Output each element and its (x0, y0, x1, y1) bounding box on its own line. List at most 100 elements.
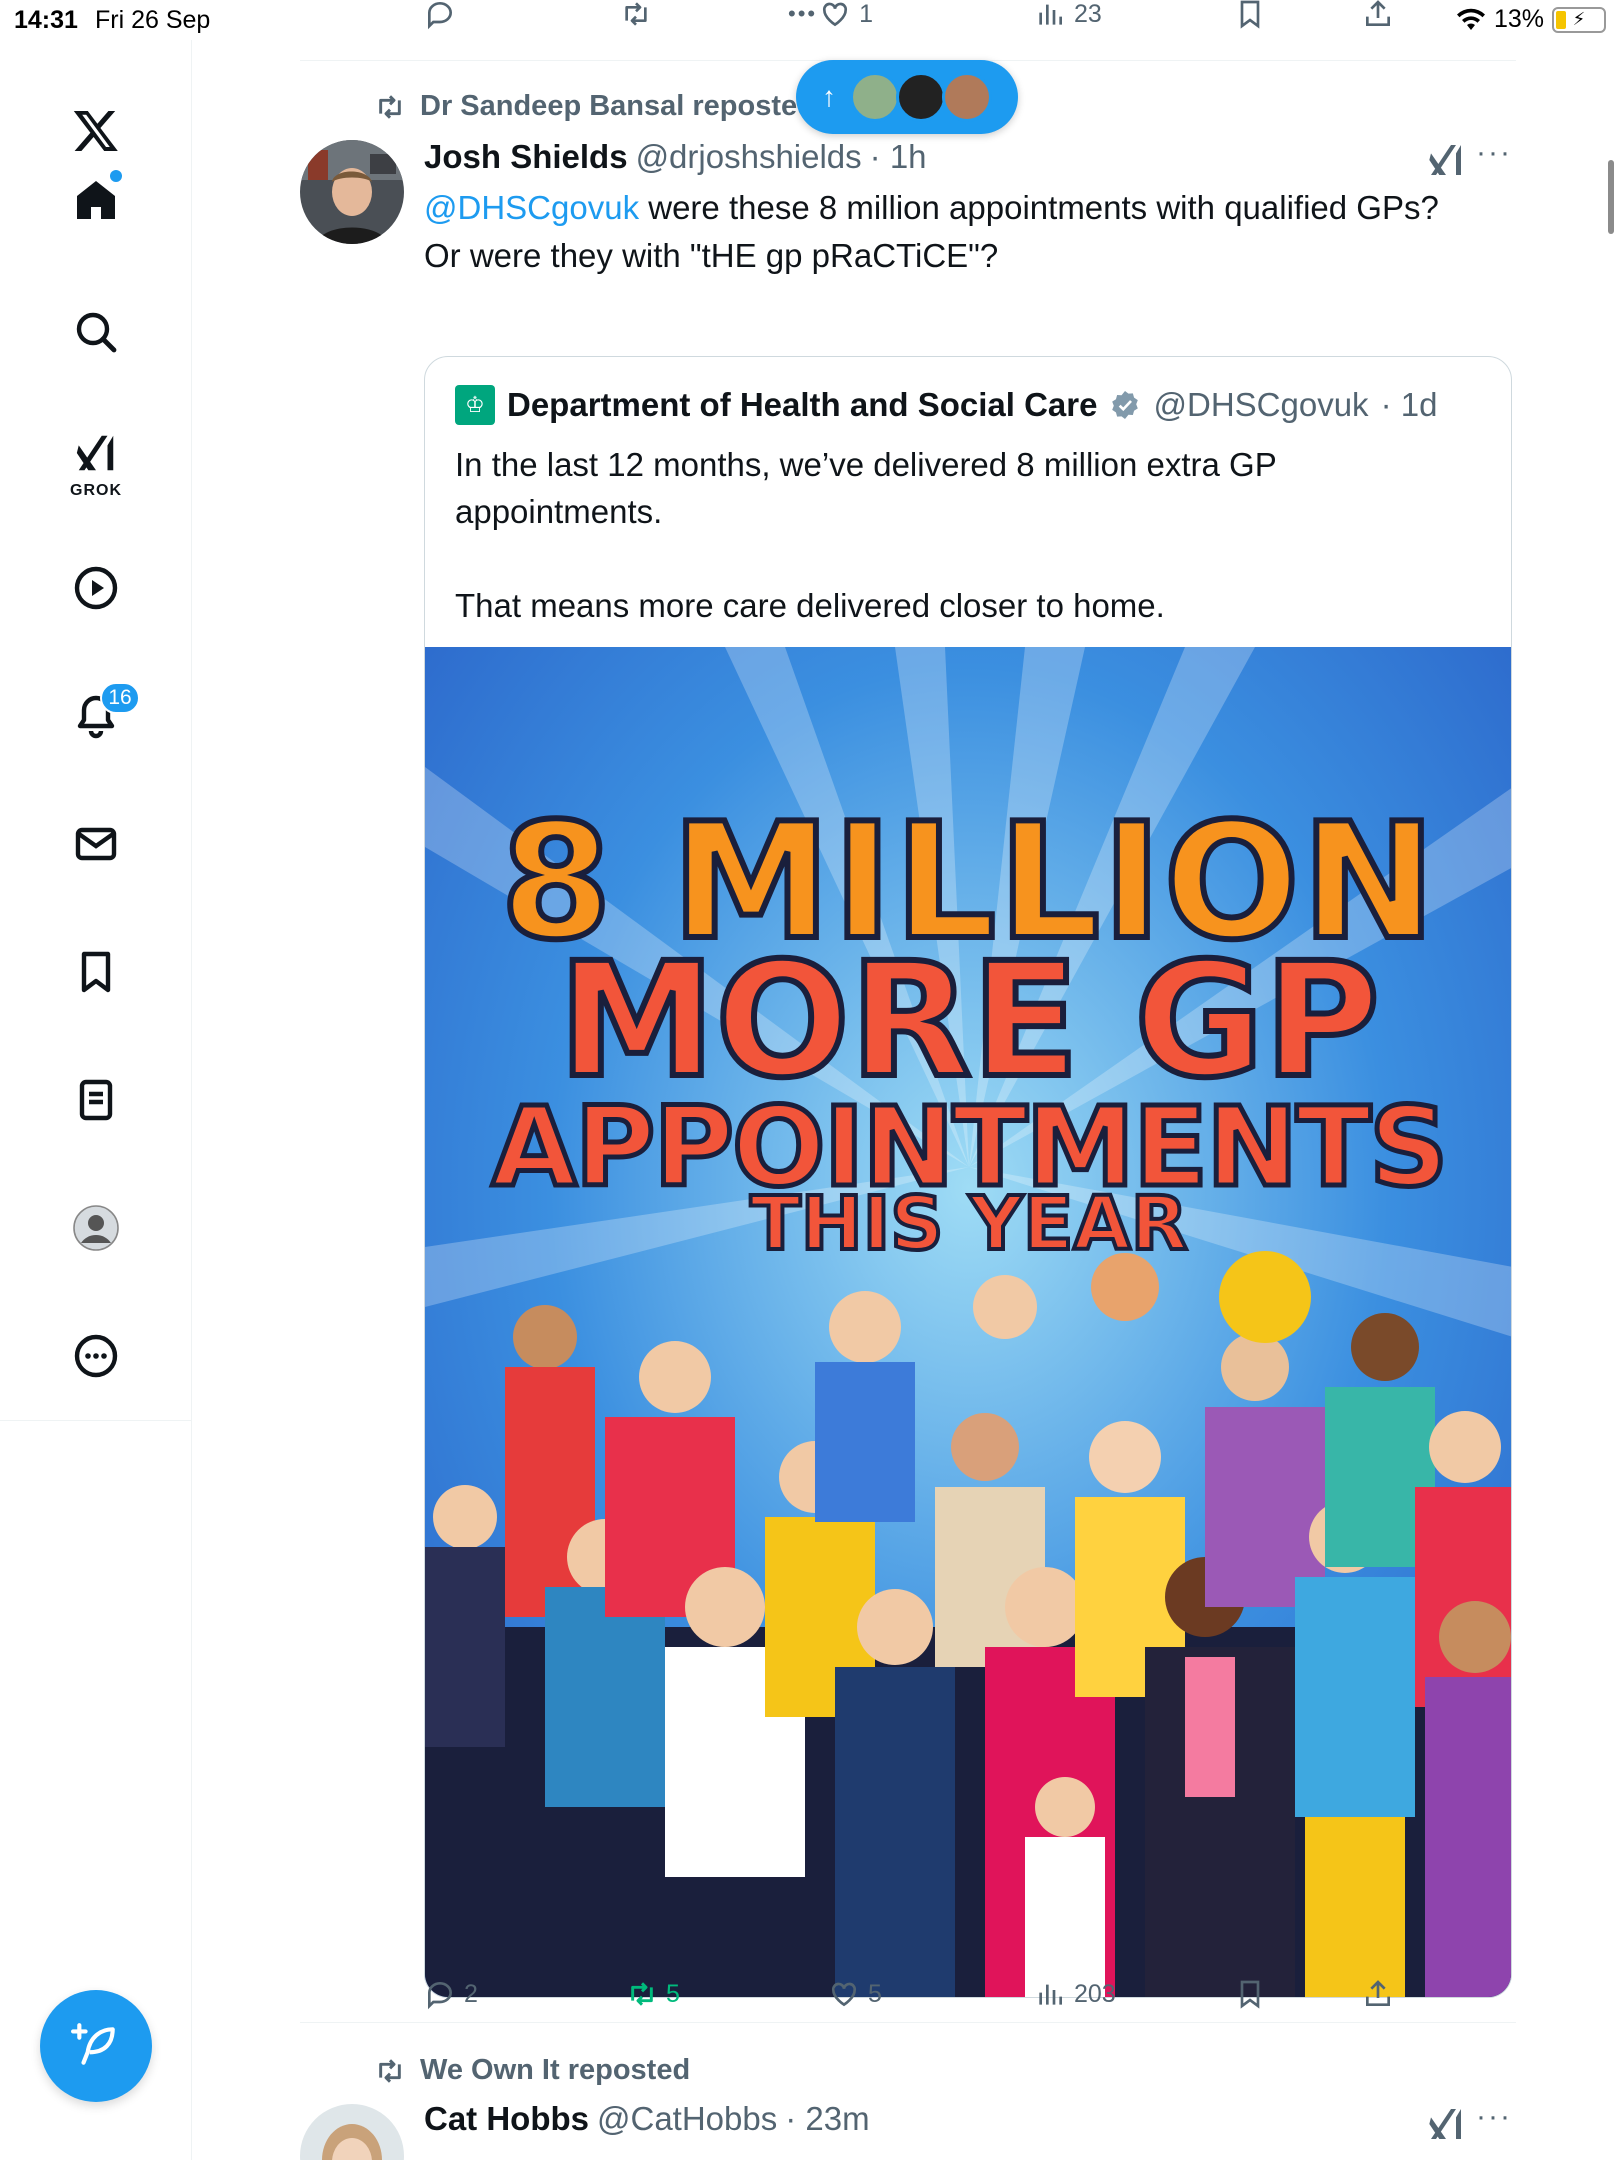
repost-context[interactable]: We Own It reposted (374, 2054, 690, 2087)
author-handle[interactable]: @CatHobbs (597, 2100, 777, 2138)
tweet[interactable]: We Own It reposted Cat Hobbs @CatHobbs ·… (300, 2022, 1516, 2160)
grok-icon (76, 435, 114, 471)
repost-button[interactable]: 5 (626, 1974, 680, 2014)
views-count: 203 (1074, 1979, 1116, 2008)
reply-count: 2 (464, 1979, 478, 2008)
avatar[interactable] (300, 140, 404, 244)
author-handle[interactable]: @drjoshshields (636, 138, 862, 176)
grok-icon[interactable] (1426, 2104, 1466, 2144)
poster-headline-line2: MORE GP (555, 929, 1383, 1113)
tweet-actions: 2 5 5 203 (424, 1974, 1516, 2014)
tweet-text: @DHSCgovuk were these 8 million appointm… (424, 184, 1484, 280)
tweet[interactable]: Dr Sandeep Bansal reposted Josh Shields … (300, 60, 1516, 2022)
arrow-up-icon: ↑ (822, 81, 836, 112)
quote-time: · 1d (1380, 386, 1438, 423)
sidebar-item-lists[interactable] (56, 1060, 136, 1140)
bookmark-button[interactable] (1234, 0, 1266, 34)
search-icon (76, 312, 117, 353)
x-logo-icon[interactable] (56, 90, 136, 170)
sidebar-item-notifications[interactable]: 16 (56, 676, 140, 756)
author-name[interactable]: Josh Shields (424, 138, 628, 176)
views-chart-icon (1039, 4, 1062, 25)
quote-author-handle: @DHSCgovuk (1153, 386, 1369, 423)
like-button[interactable]: 5 (828, 1974, 882, 2014)
repost-icon (631, 1982, 653, 2006)
quote-line: That means more care delivered closer to… (455, 587, 1165, 624)
avatar[interactable] (300, 2104, 404, 2160)
avatar (942, 72, 992, 122)
views-chart-icon (1039, 1984, 1062, 2005)
share-icon (1366, 0, 1390, 26)
sidebar-item-search[interactable] (56, 292, 136, 372)
gov-crest-icon: ♔ (455, 385, 495, 425)
sidebar-item-profile[interactable] (56, 1188, 136, 1268)
quote-text: In the last 12 months, we’ve delivered 8… (455, 441, 1475, 629)
grok-icon[interactable] (1426, 140, 1466, 180)
repost-icon (379, 94, 401, 119)
like-button[interactable]: ••• 1 (788, 0, 873, 34)
repost-label: Dr Sandeep Bansal reposted (420, 90, 815, 122)
quote-line: In the last 12 months, we’ve delivered 8… (455, 446, 1277, 530)
reply-button[interactable]: 2 (424, 1974, 478, 2014)
avatar (850, 72, 900, 122)
compose-button[interactable] (40, 1990, 152, 2102)
sidebar: GROK 16 (0, 40, 192, 2160)
repost-context[interactable]: Dr Sandeep Bansal reposted (374, 90, 815, 123)
bookmark-icon (81, 951, 111, 993)
repost-icon (625, 2, 647, 26)
like-count: 5 (868, 1979, 882, 2008)
feather-plus-icon (71, 2023, 115, 2065)
heart-icon (831, 1982, 857, 2007)
tweet-time[interactable]: · 23m (785, 2100, 869, 2138)
sidebar-item-video[interactable] (56, 548, 136, 628)
home-icon (77, 181, 115, 219)
repost-count: 5 (666, 1979, 680, 2008)
share-button[interactable] (1362, 1974, 1394, 2014)
views-button[interactable]: 23 (1034, 0, 1102, 34)
tweet-time[interactable]: · 1h (870, 138, 927, 176)
quote-line (455, 535, 1475, 582)
scrollbar[interactable] (1608, 160, 1614, 234)
bookmark-icon (1240, 1980, 1260, 2009)
avatar (896, 72, 946, 122)
status-time: 14:31 (14, 6, 78, 34)
author-name[interactable]: Cat Hobbs (424, 2100, 589, 2138)
sidebar-item-bookmarks[interactable] (56, 932, 136, 1012)
more-options-icon[interactable]: ··· (1476, 2100, 1512, 2134)
share-button[interactable] (1362, 0, 1394, 34)
more-circle-icon (74, 1334, 118, 1378)
sidebar-item-label: GROK (70, 482, 122, 499)
repost-label: We Own It reposted (420, 2054, 691, 2086)
tweet-header: Cat Hobbs @CatHobbs · 23m (424, 2100, 870, 2138)
views-count: 23 (1074, 0, 1102, 28)
sidebar-divider (0, 1420, 192, 1421)
mention-link[interactable]: @DHSCgovuk (424, 189, 639, 226)
like-count: 1 (859, 0, 874, 28)
sidebar-item-grok[interactable]: GROK (56, 422, 136, 502)
quoted-tweet[interactable]: ♔ Department of Health and Social Care @… (424, 356, 1512, 1998)
quote-image[interactable]: 8 MILLION MORE GP APPOINTMENTS THIS YEAR (425, 647, 1511, 1997)
overflow-dots: ••• (788, 1, 818, 26)
sidebar-item-messages[interactable] (56, 804, 136, 884)
battery-icon: ⚡ (1552, 6, 1606, 33)
list-doc-icon (79, 1079, 113, 1121)
heart-icon (823, 2, 848, 27)
quote-header: ♔ Department of Health and Social Care @… (455, 385, 1437, 425)
play-circle-icon (74, 566, 118, 610)
sidebar-item-home[interactable] (56, 160, 136, 240)
status-date: Fri 26 Sep (95, 6, 211, 34)
reply-icon (428, 2, 452, 30)
reply-button[interactable] (424, 0, 456, 34)
views-button[interactable]: 203 (1034, 1974, 1116, 2014)
timeline: ••• 1 23 Dr Sandeep Bansal reposted Josh… (300, 0, 1516, 2160)
home-unread-dot (110, 170, 122, 182)
repost-button[interactable] (620, 0, 652, 34)
sidebar-item-more[interactable] (56, 1316, 136, 1396)
repost-icon (379, 2058, 401, 2083)
bookmark-button[interactable] (1234, 1974, 1266, 2014)
notifications-badge: 16 (100, 682, 140, 714)
previous-tweet-actions: ••• 1 23 (424, 0, 1516, 34)
new-posts-button[interactable]: ↑ (796, 60, 1018, 134)
more-options-icon[interactable]: ··· (1476, 136, 1512, 170)
profile-avatar-icon (73, 1205, 119, 1251)
